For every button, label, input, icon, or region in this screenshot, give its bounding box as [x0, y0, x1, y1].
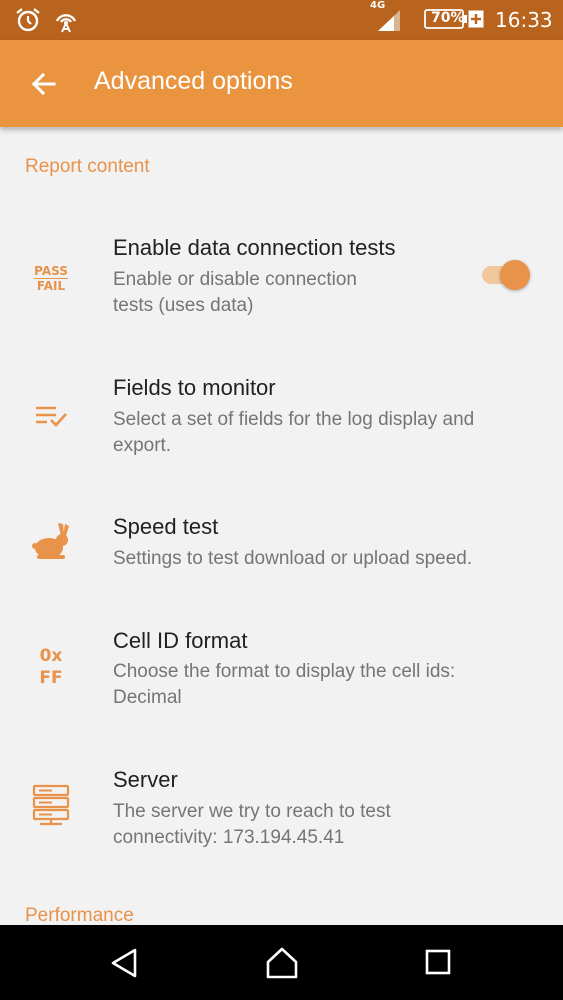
pref-title: Cell ID format	[113, 628, 248, 653]
nav-home-button[interactable]	[262, 945, 302, 981]
checklist-icon	[28, 401, 74, 431]
status-bar: 4G 70% 16:33	[0, 0, 563, 40]
triangle-back-icon	[111, 948, 137, 978]
pref-title: Speed test	[113, 514, 219, 539]
section-header-performance: Performance	[25, 905, 134, 925]
pref-summary-line2: tests (uses data)	[113, 295, 254, 316]
pref-summary-line2: Decimal	[113, 687, 182, 708]
charging-icon	[468, 10, 484, 28]
back-button[interactable]	[22, 62, 66, 106]
pref-title: Fields to monitor	[113, 375, 276, 400]
navigation-bar	[0, 925, 563, 1000]
pref-summary-line1: Enable or disable connection	[113, 269, 358, 290]
app-bar: Advanced options	[0, 40, 563, 127]
nav-recents-button[interactable]	[418, 945, 458, 981]
page-title: Advanced options	[94, 67, 293, 95]
recents-square-icon	[425, 949, 451, 975]
server-icon	[28, 783, 74, 827]
nav-back-button[interactable]	[105, 945, 145, 981]
data-connection-tests-switch[interactable]	[482, 260, 534, 290]
pref-title: Server	[113, 767, 178, 792]
switch-thumb	[500, 260, 530, 290]
alarm-icon	[16, 8, 40, 32]
pref-cell-id-format[interactable]: 0x FF Cell ID format Choose the format t…	[0, 617, 563, 737]
pref-summary-line2: connectivity: 173.194.45.41	[113, 827, 345, 848]
hotspot-icon	[55, 14, 77, 33]
rabbit-icon	[28, 521, 74, 561]
pref-summary-line1: The server we try to reach to test	[113, 801, 391, 822]
home-icon	[266, 947, 298, 979]
pref-server[interactable]: Server The server we try to reach to tes…	[0, 757, 563, 877]
pref-summary-line1: Select a set of fields for the log displ…	[113, 409, 475, 430]
signal-strength-icon	[378, 10, 400, 31]
pref-summary-line1: Choose the format to display the cell id…	[113, 661, 456, 682]
section-header-report-content: Report content	[25, 156, 150, 177]
pref-speed-test[interactable]: Speed test Settings to test download or …	[0, 497, 563, 607]
pass-fail-icon: PASS FAIL	[34, 263, 68, 293]
pref-title: Enable data connection tests	[113, 235, 396, 260]
hex-format-icon: 0x FF	[39, 646, 63, 688]
pref-summary-line2: export.	[113, 435, 172, 456]
arrow-back-icon	[31, 72, 56, 96]
pref-summary-line1: Settings to test download or upload spee…	[113, 548, 473, 569]
pref-fields-to-monitor[interactable]: Fields to monitor Select a set of fields…	[0, 357, 563, 477]
clock: 16:33	[495, 8, 553, 32]
settings-list[interactable]: Report content PASS FAIL Enable data con…	[0, 127, 563, 925]
pref-data-connection-tests[interactable]: PASS FAIL Enable data connection tests E…	[0, 217, 563, 337]
battery-level: 70%	[431, 10, 465, 26]
